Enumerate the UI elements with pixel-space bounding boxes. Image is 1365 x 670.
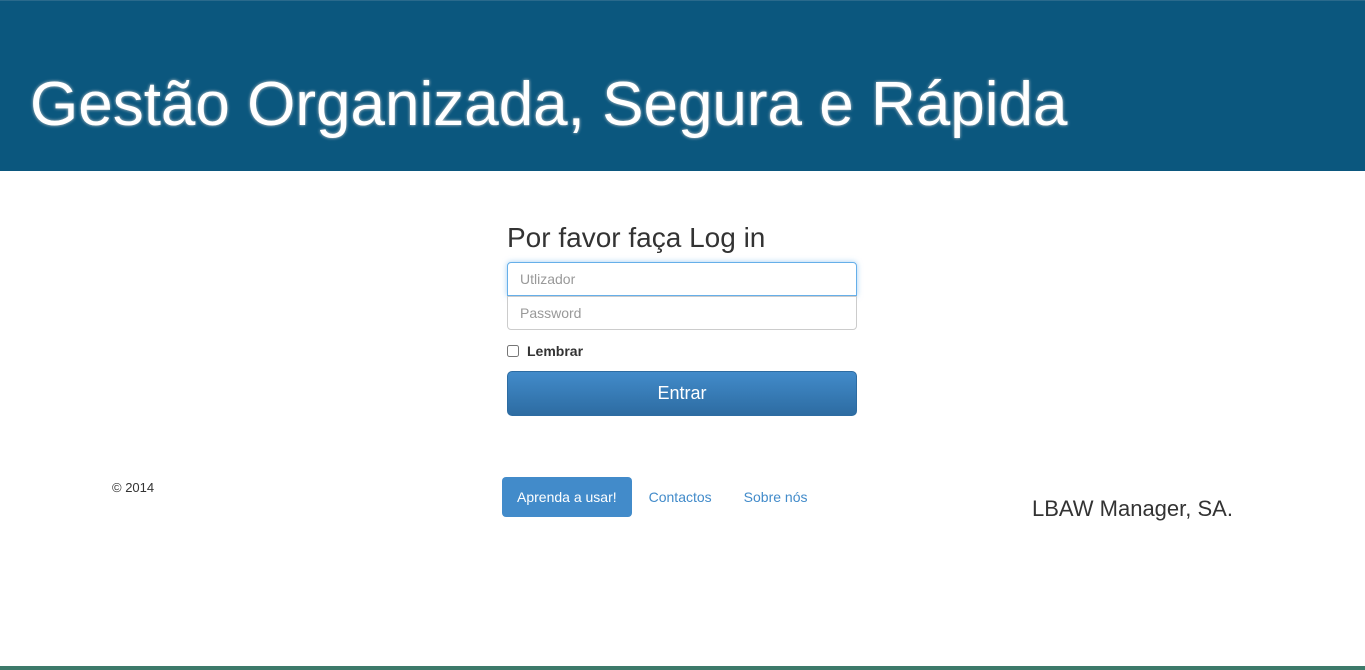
page-title: Gestão Organizada, Segura e Rápida bbox=[30, 70, 1068, 139]
nav-learn-to-use[interactable]: Aprenda a usar! bbox=[502, 477, 632, 517]
footer-nav: Aprenda a usar! Contactos Sobre nós bbox=[502, 477, 823, 517]
company-name: LBAW Manager, SA. bbox=[1032, 496, 1233, 521]
nav-contacts[interactable]: Contactos bbox=[649, 489, 712, 505]
taskbar-strip bbox=[0, 666, 1365, 670]
username-input[interactable] bbox=[507, 262, 857, 296]
remember-label: Lembrar bbox=[527, 343, 584, 359]
password-input[interactable] bbox=[507, 296, 857, 330]
login-form: Por favor faça Log in Lembrar Entrar bbox=[507, 222, 857, 416]
remember-checkbox-label[interactable]: Lembrar bbox=[507, 343, 857, 359]
nav-about-us[interactable]: Sobre nós bbox=[744, 489, 808, 505]
remember-checkbox[interactable] bbox=[507, 345, 519, 357]
login-heading: Por favor faça Log in bbox=[507, 222, 766, 253]
header-banner: Gestão Organizada, Segura e Rápida bbox=[0, 0, 1365, 171]
login-button[interactable]: Entrar bbox=[507, 371, 857, 416]
copyright: © 2014 bbox=[112, 480, 155, 495]
